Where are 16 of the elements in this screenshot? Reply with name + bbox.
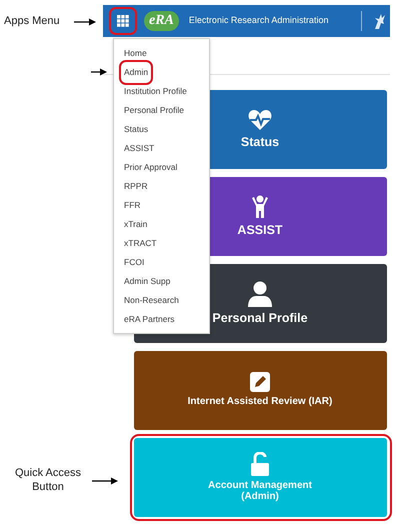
callout-arrow — [74, 18, 96, 26]
apps-menu-button[interactable] — [112, 10, 134, 32]
person-arms-up-icon — [251, 194, 269, 219]
callout-label: Quick Access Button — [14, 466, 82, 495]
unlocked-padlock-icon — [251, 452, 269, 476]
callout-arrow — [91, 68, 107, 76]
tile-button[interactable]: Internet Assisted Review (IAR) — [134, 350, 386, 430]
app-title: Electronic Research Administration — [188, 14, 328, 28]
heart-pulse-icon — [248, 108, 272, 131]
menu-item[interactable]: Home — [122, 44, 149, 63]
callout-arrow — [92, 477, 118, 485]
callout-label: Apps Menu — [4, 14, 60, 28]
grid-icon — [117, 15, 129, 27]
user-icon — [248, 280, 272, 307]
menu-item[interactable]: Admin — [122, 63, 150, 82]
pencil-icon — [250, 372, 270, 392]
